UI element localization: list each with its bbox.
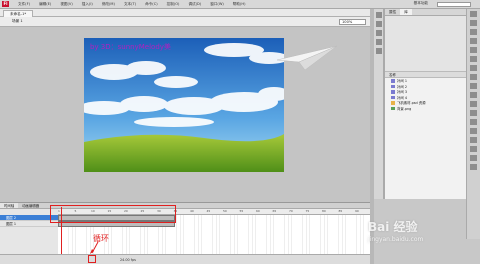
menu-help[interactable]: 帮助(H) bbox=[233, 2, 246, 7]
graphic-symbol-icon bbox=[391, 90, 395, 94]
bitmap-icon bbox=[391, 106, 395, 110]
library-tabs: 属性 库 bbox=[385, 9, 466, 16]
selection-tool-icon[interactable] bbox=[470, 11, 477, 17]
pencil-tool-icon[interactable] bbox=[470, 92, 477, 98]
frame-number-label: 60 bbox=[256, 209, 260, 213]
stage[interactable]: by 3D：sunnyMelody美 bbox=[84, 38, 284, 172]
library-preview bbox=[385, 16, 466, 72]
rectangle-tool-icon[interactable] bbox=[470, 83, 477, 89]
document-tab[interactable]: 未命名-1* bbox=[3, 10, 34, 17]
pen-tool-icon[interactable] bbox=[470, 56, 477, 62]
hand-tool-icon[interactable] bbox=[470, 155, 477, 161]
menu-modify[interactable]: 修改(M) bbox=[102, 2, 115, 7]
eraser-tool-icon[interactable] bbox=[470, 146, 477, 152]
frame-number-label: 45 bbox=[206, 209, 211, 213]
menu-insert[interactable]: 插入(I) bbox=[82, 2, 93, 7]
folder-icon bbox=[391, 101, 395, 105]
tab-timeline[interactable]: 时间轴 bbox=[0, 203, 19, 208]
menu-text[interactable]: 文本(T) bbox=[124, 2, 136, 7]
menu-window[interactable]: 窗口(W) bbox=[210, 2, 224, 7]
tools-panel bbox=[466, 9, 480, 239]
menu-control[interactable]: 控制(O) bbox=[167, 2, 180, 7]
frame-number-label: 80 bbox=[322, 209, 326, 213]
edit-bar: 场景 1 100% bbox=[0, 17, 370, 27]
frame-number-label: 85 bbox=[338, 209, 343, 213]
swatches-panel-icon[interactable] bbox=[375, 21, 382, 27]
frame-number-label: 55 bbox=[239, 209, 244, 213]
zoom-select[interactable]: 100% bbox=[339, 19, 366, 25]
loop-button[interactable] bbox=[88, 255, 96, 263]
3d-rotation-tool-icon[interactable] bbox=[470, 38, 477, 44]
deco-tool-icon[interactable] bbox=[470, 110, 477, 116]
subselection-tool-icon[interactable] bbox=[470, 20, 477, 26]
graphic-symbol-icon bbox=[391, 84, 395, 88]
stage-background bbox=[84, 38, 284, 172]
frame-number-label: 65 bbox=[272, 209, 277, 213]
panel-icons-column bbox=[374, 9, 384, 199]
menu-debug[interactable]: 调试(D) bbox=[188, 2, 201, 7]
bone-tool-icon[interactable] bbox=[470, 119, 477, 125]
annotation-arrow-icon bbox=[90, 241, 99, 254]
tab-properties[interactable]: 属性 bbox=[385, 9, 400, 15]
color-panel-icon[interactable] bbox=[375, 12, 382, 18]
menu-commands[interactable]: 命令(C) bbox=[145, 2, 158, 7]
menu-edit[interactable]: 编辑(E) bbox=[39, 2, 51, 7]
text-tool-icon[interactable] bbox=[470, 65, 477, 71]
tab-library[interactable]: 库 bbox=[400, 9, 412, 15]
lasso-tool-icon[interactable] bbox=[470, 47, 477, 53]
frame-number-label: 50 bbox=[223, 209, 227, 213]
menu-bar: Fl 文件(F) 编辑(E) 视图(V) 插入(I) 修改(M) 文本(T) 命… bbox=[0, 0, 480, 9]
align-panel-icon[interactable] bbox=[375, 30, 382, 36]
app-logo: Fl bbox=[2, 1, 9, 7]
timeline-controls: 24.00 fps bbox=[0, 254, 370, 264]
frame-number-label: 70 bbox=[289, 209, 293, 213]
frame-number-label: 90 bbox=[355, 209, 359, 213]
zoom-tool-icon[interactable] bbox=[470, 164, 477, 170]
menu-view[interactable]: 视图(V) bbox=[60, 2, 72, 7]
help-search-input[interactable] bbox=[437, 2, 471, 7]
watermark: Bai 经验 jingyan.baidu.com bbox=[368, 220, 424, 243]
brush-tool-icon[interactable] bbox=[470, 101, 477, 107]
paper-plane-symbol[interactable] bbox=[275, 44, 339, 72]
library-item[interactable]: 背景.png bbox=[385, 106, 466, 112]
frame-number-label: 75 bbox=[305, 209, 310, 213]
eyedropper-tool-icon[interactable] bbox=[470, 137, 477, 143]
frame-number-label: 40 bbox=[190, 209, 194, 213]
scene-label[interactable]: 场景 1 bbox=[12, 19, 23, 24]
graphic-symbol-icon bbox=[391, 79, 395, 83]
graphic-symbol-icon bbox=[391, 95, 395, 99]
annotation-highlight-box bbox=[50, 205, 176, 223]
library-panel: 属性 库 名称 补间 1 补间 2 补间 3 补间 4 飞机素材.psd 资源 … bbox=[384, 9, 466, 199]
tab-motion-editor[interactable]: 动画编辑器 bbox=[18, 203, 43, 208]
menu-file[interactable]: 文件(F) bbox=[18, 2, 30, 7]
paint-bucket-tool-icon[interactable] bbox=[470, 128, 477, 134]
free-transform-tool-icon[interactable] bbox=[470, 29, 477, 35]
transform-panel-icon[interactable] bbox=[375, 48, 382, 54]
info-panel-icon[interactable] bbox=[375, 39, 382, 45]
workspace-switcher[interactable]: 基本功能 bbox=[414, 1, 428, 6]
line-tool-icon[interactable] bbox=[470, 74, 477, 80]
document-tab-bar: 未命名-1* bbox=[0, 9, 370, 17]
fps-readout[interactable]: 24.00 fps bbox=[120, 258, 136, 262]
stage-caption: by 3D：sunnyMelody美 bbox=[90, 43, 171, 51]
